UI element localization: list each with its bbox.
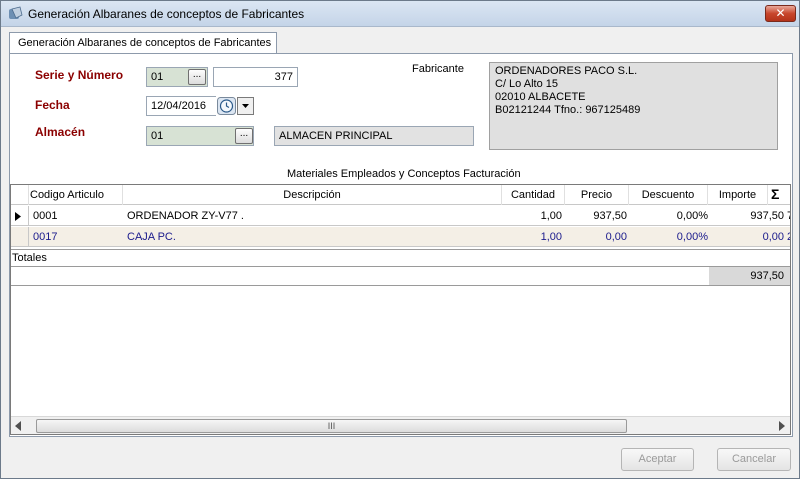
cell-descuento[interactable]: 0,00%	[629, 227, 708, 247]
col-descuento[interactable]: Descuento	[629, 185, 708, 205]
scroll-right-icon[interactable]	[778, 421, 786, 431]
col-codigo[interactable]: Codigo Articulo	[29, 185, 123, 205]
table-row[interactable]: 0017 CAJA PC. 1,00 0,00 0,00% 0,00 2	[11, 227, 790, 247]
window-title: Generación Albaranes de conceptos de Fab…	[28, 7, 305, 21]
close-button[interactable]: ✕	[765, 5, 796, 22]
cell-descripcion[interactable]: CAJA PC.	[127, 227, 497, 247]
almacen-label: Almacén	[35, 125, 86, 139]
cell-extra: 7	[787, 206, 790, 226]
fecha-input[interactable]: 12/04/2016	[146, 96, 216, 116]
fabricante-city: 02010 ALBACETE	[495, 91, 586, 103]
section-title: Materiales Empleados y Conceptos Factura…	[287, 168, 521, 180]
clock-icon[interactable]	[217, 97, 236, 115]
fecha-value: 12/04/2016	[151, 100, 207, 112]
serie-value: 01	[151, 71, 164, 83]
almacen-lookup-button[interactable]: ...	[235, 128, 253, 144]
cell-codigo[interactable]: 0017	[33, 227, 123, 247]
scroll-thumb[interactable]: III	[36, 419, 627, 433]
scroll-left-icon[interactable]	[14, 421, 22, 431]
numero-value: 377	[274, 71, 293, 83]
row-divider	[28, 227, 29, 247]
chevron-down-icon[interactable]	[237, 97, 254, 115]
cell-descuento[interactable]: 0,00%	[629, 206, 708, 226]
col-importe[interactable]: Importe	[708, 185, 768, 205]
horizontal-scrollbar[interactable]: III	[11, 416, 790, 434]
cell-importe[interactable]: 937,50	[708, 206, 784, 226]
col-cantidad[interactable]: Cantidad	[502, 185, 565, 205]
sum-icon[interactable]: Σ	[771, 185, 790, 205]
numero-input[interactable]: 377	[213, 67, 298, 87]
totals-row: 937,50	[11, 266, 790, 286]
cell-precio[interactable]: 937,50	[565, 206, 627, 226]
col-precio[interactable]: Precio	[565, 185, 629, 205]
cell-extra: 2	[787, 227, 790, 247]
main-window: Generación Albaranes de conceptos de Fab…	[0, 0, 800, 479]
fecha-label: Fecha	[35, 98, 70, 112]
table-row[interactable]: 0001 ORDENADOR ZY-V77 . 1,00 937,50 0,00…	[11, 206, 790, 226]
cell-codigo[interactable]: 0001	[33, 206, 123, 226]
col-descripcion[interactable]: Descripción	[123, 185, 502, 205]
materials-grid: Codigo Articulo Descripción Cantidad Pre…	[10, 184, 791, 435]
title-bar: Generación Albaranes de conceptos de Fab…	[1, 1, 799, 27]
cell-importe[interactable]: 0,00	[708, 227, 784, 247]
app-icon	[9, 6, 23, 19]
cell-cantidad[interactable]: 1,00	[502, 206, 562, 226]
accept-button[interactable]: Aceptar	[621, 448, 694, 471]
tab-generacion-albaranes[interactable]: Generación Albaranes de conceptos de Fab…	[9, 32, 277, 54]
almacen-name-value: ALMACEN PRINCIPAL	[279, 130, 393, 142]
totals-value: 937,50	[709, 267, 790, 285]
grid-header: Codigo Articulo Descripción Cantidad Pre…	[11, 185, 790, 205]
cell-cantidad[interactable]: 1,00	[502, 227, 562, 247]
fabricante-label: Fabricante	[412, 63, 464, 75]
fabricante-cif-phone: B02121244 Tfno.: 967125489	[495, 104, 641, 116]
fabricante-address: C/ Lo Alto 15	[495, 78, 558, 90]
row-divider	[28, 206, 29, 226]
fabricante-info-box: ORDENADORES PACO S.L. C/ Lo Alto 15 0201…	[489, 62, 778, 150]
row-indicator-header	[11, 185, 29, 205]
cell-precio[interactable]: 0,00	[565, 227, 627, 247]
cancel-button[interactable]: Cancelar	[717, 448, 791, 471]
serie-lookup-button[interactable]: ...	[188, 69, 206, 85]
fabricante-name: ORDENADORES PACO S.L.	[495, 65, 638, 77]
serie-label: Serie y Número	[35, 68, 124, 82]
current-row-icon	[15, 212, 21, 221]
cell-descripcion[interactable]: ORDENADOR ZY-V77 .	[127, 206, 497, 226]
totals-label: Totales	[12, 252, 47, 264]
totals-divider	[11, 249, 790, 250]
almacen-name-field: ALMACEN PRINCIPAL	[274, 126, 474, 146]
almacen-code-value: 01	[151, 130, 164, 142]
